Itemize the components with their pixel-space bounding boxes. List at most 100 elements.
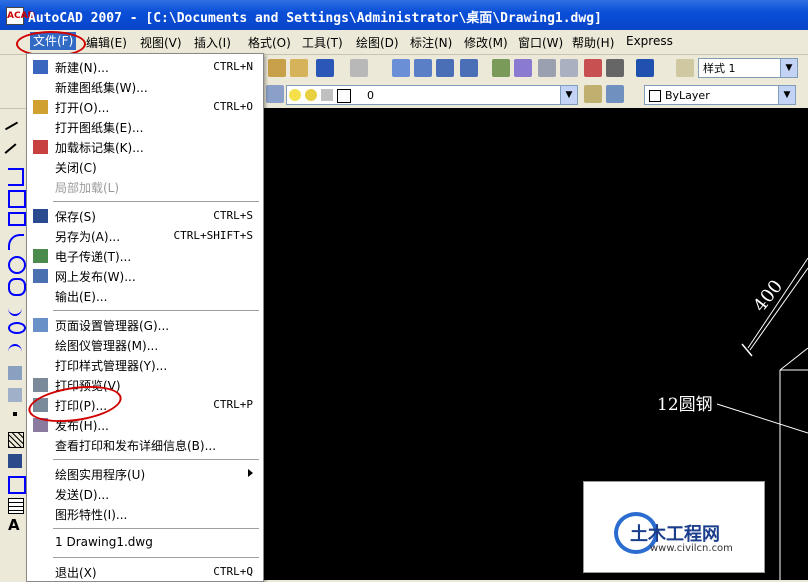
file-menu-item[interactable]: 网上发布(W)...: [27, 266, 263, 286]
menu-insert[interactable]: 插入(I): [194, 34, 231, 51]
menu-format[interactable]: 格式(O): [248, 34, 291, 51]
file-menu-item[interactable]: 图形特性(I)...: [27, 504, 263, 524]
properties-icon[interactable]: [492, 59, 510, 77]
match-properties-icon[interactable]: [290, 59, 308, 77]
menu-draw[interactable]: 绘图(D): [356, 34, 399, 51]
file-menu-item[interactable]: 打开图纸集(E)...: [27, 117, 263, 137]
insert-block-icon[interactable]: [8, 366, 22, 380]
chevron-down-icon[interactable]: ▼: [780, 59, 797, 77]
file-menu-item[interactable]: 绘图实用程序(U): [27, 464, 263, 484]
file-menu-item[interactable]: 发送(D)...: [27, 484, 263, 504]
sheet-set-icon[interactable]: [560, 59, 578, 77]
polygon-icon[interactable]: [8, 190, 26, 208]
file-menu-item[interactable]: 打开(O)... CTRL+O: [27, 97, 263, 117]
watermark-url: www.civilcn.com: [650, 543, 733, 554]
undo-icon[interactable]: [316, 59, 334, 77]
file-menu-item-label: 图形特性(I)...: [55, 508, 128, 522]
redo-icon[interactable]: [350, 59, 368, 77]
polyline-icon[interactable]: [8, 168, 24, 186]
file-menu-item[interactable]: 保存(S) CTRL+S: [27, 206, 263, 226]
file-menu-item[interactable]: 关闭(C): [27, 157, 263, 177]
ellipse-arc-icon[interactable]: [8, 344, 22, 360]
file-menu-item[interactable]: 电子传递(T)...: [27, 246, 263, 266]
leader-line: [716, 403, 808, 434]
revision-cloud-icon[interactable]: [8, 278, 26, 296]
text-style-value: 样式 1: [703, 62, 736, 75]
file-menu-item-shortcut: CTRL+O: [213, 100, 253, 113]
text-style-icon[interactable]: [676, 59, 694, 77]
circle-icon[interactable]: [8, 256, 26, 274]
menu-express[interactable]: Express: [626, 34, 673, 48]
menu-window[interactable]: 窗口(W): [518, 34, 563, 51]
file-menu-item[interactable]: 另存为(A)... CTRL+SHIFT+S: [27, 226, 263, 246]
chevron-down-icon[interactable]: ▼: [778, 86, 795, 104]
file-menu-item-label: 新建图纸集(W)...: [55, 81, 148, 95]
brush-icon[interactable]: [268, 59, 286, 77]
file-menu-item[interactable]: 打印样式管理器(Y)...: [27, 355, 263, 375]
text-style-dropdown[interactable]: 样式 1 ▼: [698, 58, 798, 78]
file-menu-item[interactable]: 绘图仪管理器(M)...: [27, 335, 263, 355]
ellipse-icon[interactable]: [8, 322, 26, 334]
zoom-realtime-icon[interactable]: [414, 59, 432, 77]
file-menu-item-label: 新建(N)...: [55, 61, 109, 75]
spline-icon[interactable]: [8, 300, 22, 316]
pan-icon[interactable]: [392, 59, 410, 77]
file-menu-item[interactable]: 1 Drawing1.dwg: [27, 533, 263, 553]
layer-on-icon[interactable]: [289, 89, 301, 101]
file-menu-item[interactable]: 页面设置管理器(G)...: [27, 315, 263, 335]
region-icon[interactable]: [8, 476, 26, 494]
make-layer-current-icon[interactable]: [584, 85, 602, 103]
menu-separator: [53, 201, 259, 202]
menu-view[interactable]: 视图(V): [140, 34, 182, 51]
construction-line-icon[interactable]: [4, 143, 26, 165]
file-menu-item-label: 输出(E)...: [55, 290, 108, 304]
layer-lock-icon[interactable]: [321, 89, 333, 101]
file-menu-item[interactable]: 新建(N)... CTRL+N: [27, 57, 263, 77]
page-setup-icon: [33, 318, 48, 332]
file-menu-item[interactable]: 输出(E)...: [27, 286, 263, 306]
file-menu-item-label: 网上发布(W)...: [55, 270, 136, 284]
point-icon[interactable]: [13, 412, 17, 416]
menu-modify[interactable]: 修改(M): [464, 34, 508, 51]
layer-previous-icon[interactable]: [606, 85, 624, 103]
file-menu-item[interactable]: 加载标记集(K)...: [27, 137, 263, 157]
file-menu-item[interactable]: 新建图纸集(W)...: [27, 77, 263, 97]
make-block-icon[interactable]: [8, 388, 22, 402]
file-menu-item-shortcut: CTRL+S: [213, 209, 253, 222]
help-icon[interactable]: [636, 59, 654, 77]
chevron-right-icon: [248, 469, 253, 477]
file-menu-item-shortcut: CTRL+Q: [213, 565, 253, 578]
file-menu-item-label: 打印样式管理器(Y)...: [55, 359, 168, 373]
design-center-icon[interactable]: [514, 59, 532, 77]
color-dropdown[interactable]: ByLayer ▼: [644, 85, 796, 105]
zoom-previous-icon[interactable]: [460, 59, 478, 77]
rectangle-icon[interactable]: [8, 212, 26, 226]
line-tool-icon[interactable]: [4, 121, 26, 143]
file-menu-item-label: 关闭(C): [55, 161, 97, 175]
calculator-icon[interactable]: [606, 59, 624, 77]
zoom-window-icon[interactable]: [436, 59, 454, 77]
file-menu-item[interactable]: 退出(X) CTRL+Q: [27, 562, 263, 582]
layer-dropdown[interactable]: 0 ▼: [286, 85, 578, 105]
menu-tools[interactable]: 工具(T): [302, 34, 343, 51]
tool-palettes-icon[interactable]: [538, 59, 556, 77]
autocad-app-icon[interactable]: ACAD: [6, 7, 35, 25]
file-menu-dropdown: 新建(N)... CTRL+N 新建图纸集(W)... 打开(O)... CTRL+O 打…: [26, 53, 264, 582]
save-icon: [33, 209, 48, 223]
menu-edit[interactable]: 编辑(E): [86, 34, 127, 51]
layer-thaw-icon[interactable]: [305, 89, 317, 101]
chevron-down-icon[interactable]: ▼: [560, 86, 577, 104]
layer-manager-icon[interactable]: [266, 85, 284, 103]
menu-help[interactable]: 帮助(H): [572, 34, 614, 51]
menu-dimension[interactable]: 标注(N): [410, 34, 452, 51]
draw-toolbar: A: [0, 110, 29, 580]
rebar-label: 12圆钢: [657, 395, 713, 415]
table-icon[interactable]: [8, 498, 24, 514]
file-menu-item[interactable]: 查看打印和发布详细信息(B)...: [27, 435, 263, 455]
file-menu-item-label: 1 Drawing1.dwg: [55, 535, 153, 549]
multiline-text-icon[interactable]: A: [8, 518, 22, 533]
gradient-icon[interactable]: [8, 454, 22, 468]
hatch-icon[interactable]: [8, 432, 24, 448]
arc-icon[interactable]: [8, 234, 24, 250]
markup-icon[interactable]: [584, 59, 602, 77]
